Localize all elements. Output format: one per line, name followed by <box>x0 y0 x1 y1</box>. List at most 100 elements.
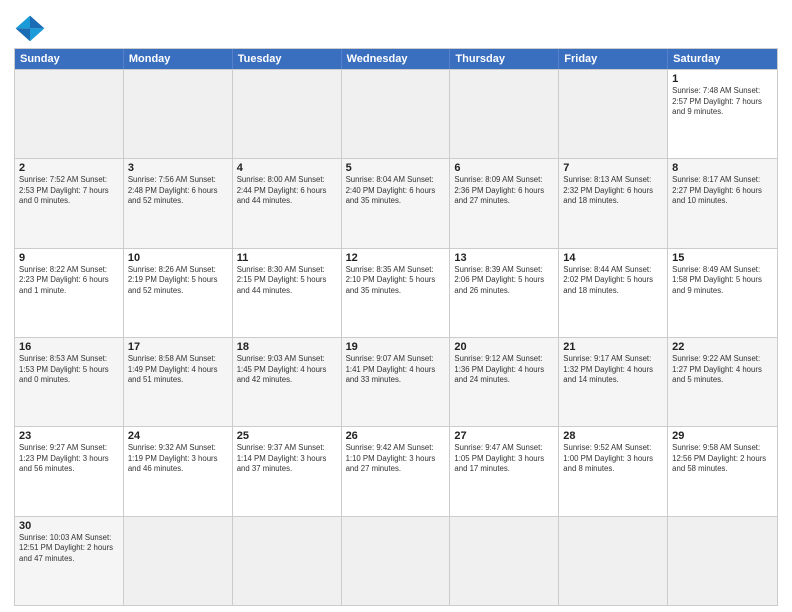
calendar-cell <box>233 517 342 605</box>
header-friday: Friday <box>559 49 668 69</box>
day-info: Sunrise: 8:17 AM Sunset: 2:27 PM Dayligh… <box>672 175 773 207</box>
day-info: Sunrise: 7:56 AM Sunset: 2:48 PM Dayligh… <box>128 175 228 207</box>
calendar-row-5: 30Sunrise: 10:03 AM Sunset: 12:51 PM Day… <box>15 516 777 605</box>
day-number: 26 <box>346 430 446 442</box>
day-info: Sunrise: 8:26 AM Sunset: 2:19 PM Dayligh… <box>128 265 228 297</box>
day-info: Sunrise: 8:22 AM Sunset: 2:23 PM Dayligh… <box>19 265 119 297</box>
day-info: Sunrise: 9:22 AM Sunset: 1:27 PM Dayligh… <box>672 354 773 386</box>
day-info: Sunrise: 8:30 AM Sunset: 2:15 PM Dayligh… <box>237 265 337 297</box>
day-number: 21 <box>563 341 663 353</box>
day-info: Sunrise: 8:04 AM Sunset: 2:40 PM Dayligh… <box>346 175 446 207</box>
header-wednesday: Wednesday <box>342 49 451 69</box>
calendar-row-0: 1Sunrise: 7:48 AM Sunset: 2:57 PM Daylig… <box>15 69 777 158</box>
day-info: Sunrise: 9:47 AM Sunset: 1:05 PM Dayligh… <box>454 443 554 475</box>
logo-icon <box>14 14 46 42</box>
day-number: 13 <box>454 252 554 264</box>
day-number: 20 <box>454 341 554 353</box>
header-tuesday: Tuesday <box>233 49 342 69</box>
day-info: Sunrise: 8:35 AM Sunset: 2:10 PM Dayligh… <box>346 265 446 297</box>
calendar-cell: 27Sunrise: 9:47 AM Sunset: 1:05 PM Dayli… <box>450 427 559 515</box>
day-number: 12 <box>346 252 446 264</box>
calendar-cell: 5Sunrise: 8:04 AM Sunset: 2:40 PM Daylig… <box>342 159 451 247</box>
calendar-cell: 28Sunrise: 9:52 AM Sunset: 1:00 PM Dayli… <box>559 427 668 515</box>
calendar-cell: 29Sunrise: 9:58 AM Sunset: 12:56 PM Dayl… <box>668 427 777 515</box>
day-info: Sunrise: 7:52 AM Sunset: 2:53 PM Dayligh… <box>19 175 119 207</box>
calendar-cell: 20Sunrise: 9:12 AM Sunset: 1:36 PM Dayli… <box>450 338 559 426</box>
calendar-cell <box>559 517 668 605</box>
calendar-header: Sunday Monday Tuesday Wednesday Thursday… <box>15 49 777 69</box>
calendar-cell: 3Sunrise: 7:56 AM Sunset: 2:48 PM Daylig… <box>124 159 233 247</box>
calendar-body: 1Sunrise: 7:48 AM Sunset: 2:57 PM Daylig… <box>15 69 777 605</box>
calendar-cell <box>233 70 342 158</box>
calendar-cell: 11Sunrise: 8:30 AM Sunset: 2:15 PM Dayli… <box>233 249 342 337</box>
day-number: 9 <box>19 252 119 264</box>
calendar-cell: 18Sunrise: 9:03 AM Sunset: 1:45 PM Dayli… <box>233 338 342 426</box>
calendar-cell: 4Sunrise: 8:00 AM Sunset: 2:44 PM Daylig… <box>233 159 342 247</box>
day-info: Sunrise: 8:49 AM Sunset: 1:58 PM Dayligh… <box>672 265 773 297</box>
calendar-cell: 8Sunrise: 8:17 AM Sunset: 2:27 PM Daylig… <box>668 159 777 247</box>
day-info: Sunrise: 9:58 AM Sunset: 12:56 PM Daylig… <box>672 443 773 475</box>
day-info: Sunrise: 8:53 AM Sunset: 1:53 PM Dayligh… <box>19 354 119 386</box>
day-number: 5 <box>346 162 446 174</box>
calendar-row-4: 23Sunrise: 9:27 AM Sunset: 1:23 PM Dayli… <box>15 426 777 515</box>
calendar-cell <box>450 517 559 605</box>
calendar-cell <box>342 517 451 605</box>
calendar-cell: 26Sunrise: 9:42 AM Sunset: 1:10 PM Dayli… <box>342 427 451 515</box>
day-number: 25 <box>237 430 337 442</box>
header-thursday: Thursday <box>450 49 559 69</box>
calendar-cell <box>559 70 668 158</box>
day-info: Sunrise: 8:13 AM Sunset: 2:32 PM Dayligh… <box>563 175 663 207</box>
day-number: 7 <box>563 162 663 174</box>
calendar-row-3: 16Sunrise: 8:53 AM Sunset: 1:53 PM Dayli… <box>15 337 777 426</box>
day-number: 8 <box>672 162 773 174</box>
day-number: 27 <box>454 430 554 442</box>
day-info: Sunrise: 9:17 AM Sunset: 1:32 PM Dayligh… <box>563 354 663 386</box>
calendar-cell <box>124 70 233 158</box>
day-info: Sunrise: 9:37 AM Sunset: 1:14 PM Dayligh… <box>237 443 337 475</box>
calendar-cell <box>668 517 777 605</box>
day-number: 22 <box>672 341 773 353</box>
day-info: Sunrise: 7:48 AM Sunset: 2:57 PM Dayligh… <box>672 86 773 118</box>
calendar-cell: 15Sunrise: 8:49 AM Sunset: 1:58 PM Dayli… <box>668 249 777 337</box>
day-number: 30 <box>19 520 119 532</box>
calendar-cell <box>342 70 451 158</box>
day-number: 4 <box>237 162 337 174</box>
day-info: Sunrise: 9:03 AM Sunset: 1:45 PM Dayligh… <box>237 354 337 386</box>
calendar-cell: 25Sunrise: 9:37 AM Sunset: 1:14 PM Dayli… <box>233 427 342 515</box>
day-number: 23 <box>19 430 119 442</box>
day-number: 15 <box>672 252 773 264</box>
header-saturday: Saturday <box>668 49 777 69</box>
day-number: 6 <box>454 162 554 174</box>
calendar-cell: 16Sunrise: 8:53 AM Sunset: 1:53 PM Dayli… <box>15 338 124 426</box>
logo <box>14 14 50 42</box>
day-info: Sunrise: 9:27 AM Sunset: 1:23 PM Dayligh… <box>19 443 119 475</box>
calendar-cell: 1Sunrise: 7:48 AM Sunset: 2:57 PM Daylig… <box>668 70 777 158</box>
calendar: Sunday Monday Tuesday Wednesday Thursday… <box>14 48 778 606</box>
calendar-cell: 14Sunrise: 8:44 AM Sunset: 2:02 PM Dayli… <box>559 249 668 337</box>
day-number: 1 <box>672 73 773 85</box>
day-number: 28 <box>563 430 663 442</box>
day-info: Sunrise: 8:39 AM Sunset: 2:06 PM Dayligh… <box>454 265 554 297</box>
day-info: Sunrise: 10:03 AM Sunset: 12:51 PM Dayli… <box>19 533 119 565</box>
day-number: 10 <box>128 252 228 264</box>
calendar-cell: 17Sunrise: 8:58 AM Sunset: 1:49 PM Dayli… <box>124 338 233 426</box>
day-number: 16 <box>19 341 119 353</box>
day-info: Sunrise: 8:58 AM Sunset: 1:49 PM Dayligh… <box>128 354 228 386</box>
calendar-cell: 2Sunrise: 7:52 AM Sunset: 2:53 PM Daylig… <box>15 159 124 247</box>
day-number: 18 <box>237 341 337 353</box>
calendar-cell: 30Sunrise: 10:03 AM Sunset: 12:51 PM Day… <box>15 517 124 605</box>
header-sunday: Sunday <box>15 49 124 69</box>
calendar-row-2: 9Sunrise: 8:22 AM Sunset: 2:23 PM Daylig… <box>15 248 777 337</box>
calendar-cell <box>124 517 233 605</box>
calendar-cell: 19Sunrise: 9:07 AM Sunset: 1:41 PM Dayli… <box>342 338 451 426</box>
day-number: 17 <box>128 341 228 353</box>
calendar-cell: 22Sunrise: 9:22 AM Sunset: 1:27 PM Dayli… <box>668 338 777 426</box>
day-number: 19 <box>346 341 446 353</box>
day-info: Sunrise: 8:44 AM Sunset: 2:02 PM Dayligh… <box>563 265 663 297</box>
calendar-cell: 10Sunrise: 8:26 AM Sunset: 2:19 PM Dayli… <box>124 249 233 337</box>
day-number: 11 <box>237 252 337 264</box>
calendar-cell: 7Sunrise: 8:13 AM Sunset: 2:32 PM Daylig… <box>559 159 668 247</box>
header-monday: Monday <box>124 49 233 69</box>
calendar-cell <box>15 70 124 158</box>
calendar-row-1: 2Sunrise: 7:52 AM Sunset: 2:53 PM Daylig… <box>15 158 777 247</box>
